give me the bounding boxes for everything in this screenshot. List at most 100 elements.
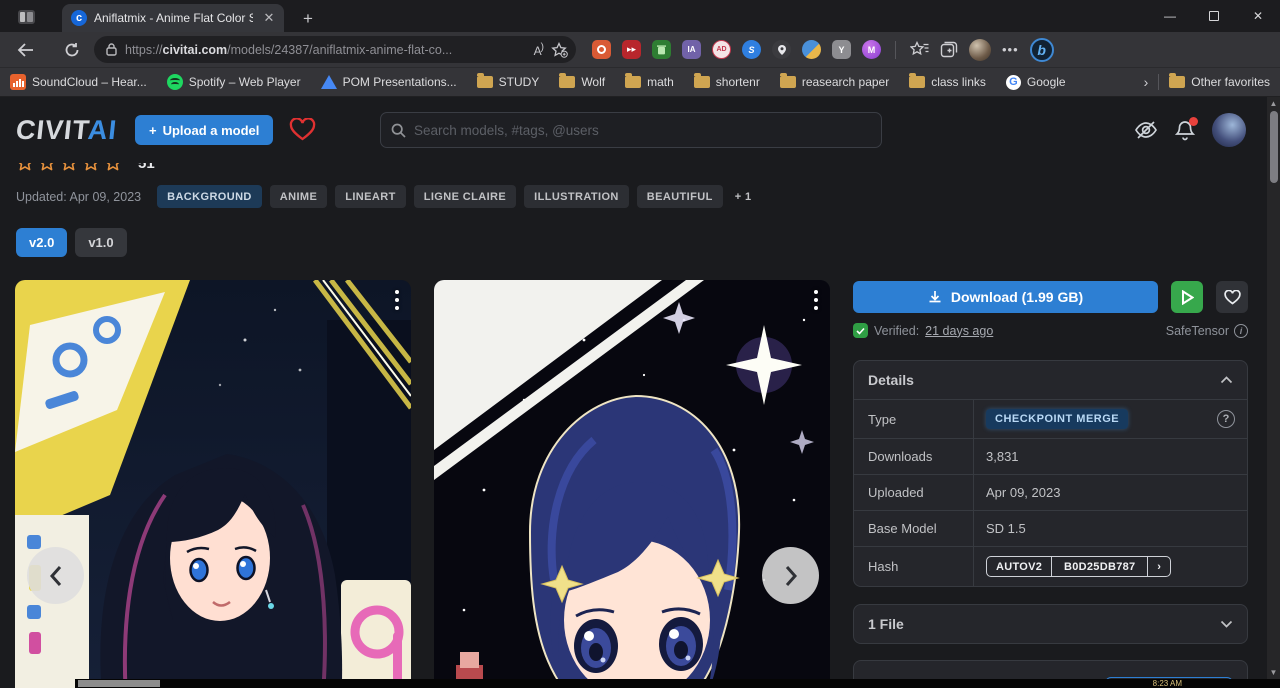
- toolbar-more-icon[interactable]: •••: [1002, 42, 1019, 57]
- tab-title: Aniflatmix - Anime Flat Color Sty: [94, 11, 253, 25]
- tags-more[interactable]: + 1: [731, 185, 756, 208]
- bookmarks-overflow-chevron[interactable]: ›: [1144, 74, 1149, 90]
- version-v2[interactable]: v2.0: [16, 228, 67, 257]
- detail-row-type: Type CHECKPOINT MERGE ?: [854, 399, 1247, 438]
- bookmark-folder-shortenr[interactable]: shortenr: [694, 75, 760, 89]
- new-tab-button[interactable]: +: [296, 8, 320, 30]
- taskbar-clock: 8:23 AM: [1153, 680, 1182, 688]
- scroll-down-icon[interactable]: ▼: [1267, 666, 1280, 679]
- liked-models-heart-icon[interactable]: [289, 118, 316, 142]
- tag-beautiful[interactable]: BEAUTIFUL: [637, 185, 723, 208]
- browser-toolbar: https://civitai.com/models/24387/aniflat…: [0, 32, 1280, 68]
- bookmark-folder-classlinks[interactable]: class links: [909, 75, 986, 89]
- help-icon[interactable]: ?: [1217, 410, 1235, 428]
- tag-lineart[interactable]: LINEART: [335, 185, 405, 208]
- refresh-button[interactable]: [58, 37, 86, 63]
- folder-icon: [625, 76, 641, 88]
- bookmark-pom[interactable]: POM Presentations...: [321, 75, 457, 89]
- scrollbar-thumb[interactable]: [1270, 111, 1278, 183]
- updated-date: Updated: Apr 09, 2023: [16, 190, 141, 204]
- extension-trash-icon[interactable]: [652, 40, 671, 59]
- type-badge[interactable]: CHECKPOINT MERGE: [986, 409, 1128, 429]
- page-scrollbar[interactable]: ▲ ▼: [1267, 97, 1280, 688]
- extension-o-icon[interactable]: [592, 40, 611, 59]
- window-close-button[interactable]: ✕: [1236, 0, 1280, 32]
- hash-copy-chevron-icon[interactable]: ›: [1147, 557, 1170, 576]
- civitai-logo[interactable]: CIVITAI: [14, 115, 118, 146]
- bookmark-google[interactable]: GGoogle: [1006, 75, 1066, 90]
- files-header[interactable]: 1 File: [854, 605, 1247, 643]
- detail-row-hash: Hash AUTOV2 B0D25DB787 ›: [854, 546, 1247, 586]
- extension-shazam-icon[interactable]: S: [742, 40, 761, 59]
- soundcloud-icon: [10, 74, 26, 90]
- bing-copilot-icon[interactable]: b: [1030, 38, 1054, 62]
- notifications-bell-icon[interactable]: [1175, 120, 1195, 141]
- favorite-model-button[interactable]: [1216, 281, 1248, 313]
- extension-ia-icon[interactable]: IA: [682, 40, 701, 59]
- preview-image-1[interactable]: [15, 280, 411, 688]
- carousel-prev-button[interactable]: [27, 547, 84, 604]
- bookmark-folder-wolf[interactable]: Wolf: [559, 75, 605, 89]
- taskbar-segment: [78, 680, 160, 687]
- preview-image-2[interactable]: [434, 280, 830, 688]
- neon-city-girl-illustration: [15, 280, 411, 688]
- folder-icon: [909, 76, 925, 88]
- detail-row-uploaded: Uploaded Apr 09, 2023: [854, 474, 1247, 510]
- starry-night-girl-illustration: [434, 280, 830, 688]
- extension-fastforward-icon[interactable]: ▸▸: [622, 40, 641, 59]
- search-bar[interactable]: [380, 112, 882, 148]
- bookmark-spotify[interactable]: Spotify – Web Player: [167, 74, 301, 90]
- hash-pill[interactable]: AUTOV2 B0D25DB787 ›: [986, 556, 1171, 577]
- folder-icon: [477, 76, 493, 88]
- notification-badge: [1189, 117, 1198, 126]
- verified-time-link[interactable]: 21 days ago: [925, 324, 993, 338]
- favorites-bar-icon[interactable]: [910, 41, 929, 58]
- window-minimize-button[interactable]: —: [1148, 0, 1192, 32]
- verified-shield-icon: [853, 323, 868, 338]
- detail-row-basemodel: Base Model SD 1.5: [854, 510, 1247, 546]
- browser-tab[interactable]: c Aniflatmix - Anime Flat Color Sty ✕: [62, 4, 284, 32]
- spotify-icon: [167, 74, 183, 90]
- bookmark-folder-study[interactable]: STUDY: [477, 75, 540, 89]
- carousel-next-button[interactable]: [762, 547, 819, 604]
- download-button[interactable]: Download (1.99 GB): [853, 281, 1158, 313]
- back-button[interactable]: [12, 37, 40, 63]
- tab-close-icon[interactable]: ✕: [260, 9, 278, 27]
- bookmark-folder-research[interactable]: reasearch paper: [780, 75, 889, 89]
- workspaces-icon[interactable]: [10, 4, 42, 30]
- upload-model-button[interactable]: +Upload a model: [135, 115, 273, 145]
- tag-illustration[interactable]: ILLUSTRATION: [524, 185, 629, 208]
- image-menu-icon[interactable]: [814, 290, 818, 310]
- other-favorites[interactable]: Other favorites: [1169, 75, 1270, 89]
- version-v1[interactable]: v1.0: [75, 228, 126, 257]
- extension-maps-pin-icon[interactable]: [772, 40, 791, 59]
- window-maximize-button[interactable]: [1192, 0, 1236, 32]
- bookmark-soundcloud[interactable]: SoundCloud – Hear...: [10, 74, 147, 90]
- image-menu-icon[interactable]: [395, 290, 399, 310]
- read-aloud-icon[interactable]: A): [534, 42, 543, 58]
- extension-medium-icon[interactable]: M: [862, 40, 881, 59]
- scroll-up-icon[interactable]: ▲: [1267, 97, 1280, 110]
- tag-ligne-claire[interactable]: LIGNE CLAIRE: [414, 185, 516, 208]
- extension-globe-icon[interactable]: [802, 40, 821, 59]
- extension-ad-icon[interactable]: AD: [712, 40, 731, 59]
- file-format: SafeTensor: [1166, 324, 1229, 338]
- extension-y-icon[interactable]: Y: [832, 40, 851, 59]
- info-icon[interactable]: i: [1234, 324, 1248, 338]
- favorite-star-add-icon[interactable]: [551, 42, 568, 58]
- details-header[interactable]: Details: [854, 361, 1247, 399]
- browser-profile-avatar[interactable]: [969, 39, 991, 61]
- tag-background[interactable]: BACKGROUND: [157, 185, 262, 208]
- user-avatar[interactable]: [1212, 113, 1246, 147]
- run-model-button[interactable]: [1171, 281, 1203, 313]
- hide-content-eye-off-icon[interactable]: [1134, 120, 1158, 140]
- bookmark-folder-math[interactable]: math: [625, 75, 674, 89]
- collections-icon[interactable]: [940, 41, 958, 58]
- civitai-favicon-icon: c: [71, 10, 87, 26]
- address-bar[interactable]: https://civitai.com/models/24387/aniflat…: [94, 36, 576, 63]
- version-selector: v2.0 v1.0: [16, 228, 127, 257]
- search-input[interactable]: [414, 123, 871, 138]
- browser-tab-bar: c Aniflatmix - Anime Flat Color Sty ✕ + …: [0, 0, 1280, 32]
- url-text: https://civitai.com/models/24387/aniflat…: [125, 43, 526, 57]
- tag-anime[interactable]: ANIME: [270, 185, 327, 208]
